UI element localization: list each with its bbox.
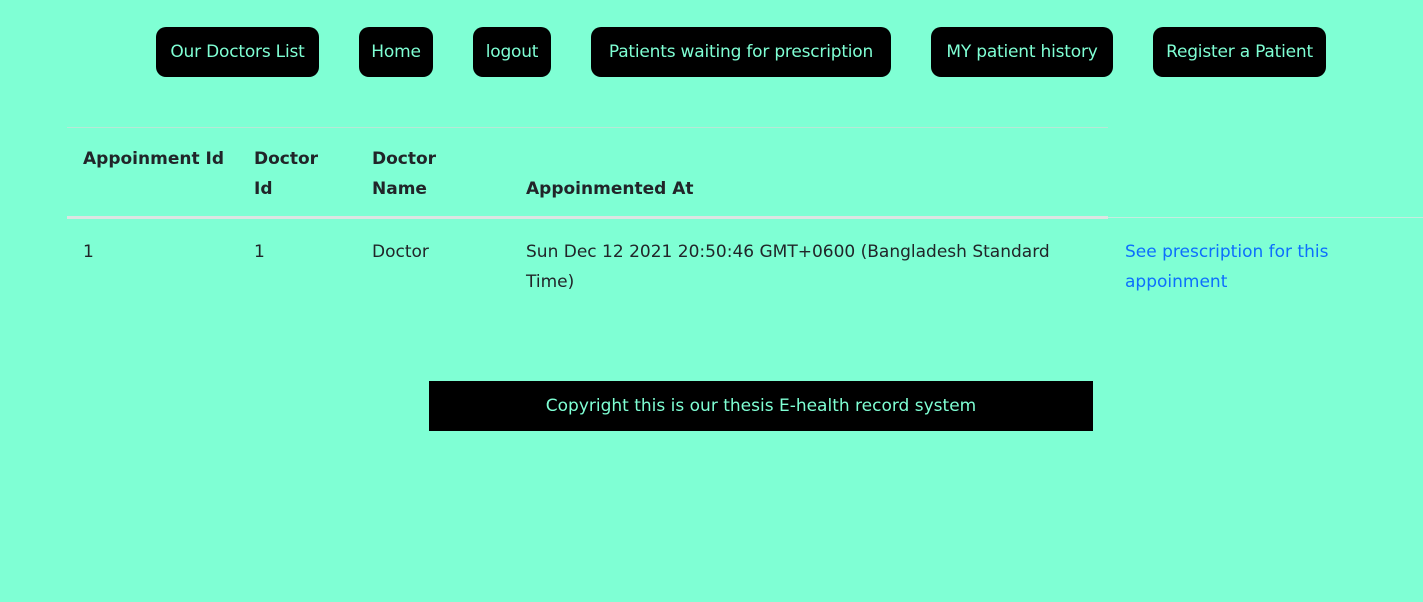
see-prescription-link[interactable]: See prescription for this appoinment bbox=[1125, 237, 1365, 297]
register-patient-button[interactable]: Register a Patient bbox=[1153, 27, 1326, 77]
cell-appointment-id: 1 bbox=[83, 242, 94, 262]
header-doctor-id: Doctor Id bbox=[254, 149, 319, 199]
cell-appointed-at: Sun Dec 12 2021 20:50:46 GMT+0600 (Bangl… bbox=[526, 242, 1050, 292]
footer-copyright: Copyright this is our thesis E-health re… bbox=[429, 381, 1093, 431]
our-doctors-list-button[interactable]: Our Doctors List bbox=[156, 27, 319, 77]
home-button[interactable]: Home bbox=[359, 27, 433, 77]
cell-doctor-id: 1 bbox=[254, 242, 265, 262]
table-header-border-extension bbox=[1108, 217, 1423, 218]
logout-button[interactable]: logout bbox=[473, 27, 551, 77]
my-patient-history-button[interactable]: MY patient history bbox=[931, 27, 1113, 77]
cell-doctor-name: Doctor bbox=[372, 242, 429, 262]
header-appointment-id: Appoinment Id bbox=[83, 149, 224, 169]
header-appointed-at: Appoinmented At bbox=[526, 179, 694, 199]
patients-waiting-button[interactable]: Patients waiting for prescription bbox=[591, 27, 891, 77]
top-navigation: Our Doctors List Home logout Patients wa… bbox=[0, 27, 1423, 77]
table-top-border bbox=[67, 127, 1108, 128]
table-header-border bbox=[67, 216, 1108, 219]
header-doctor-name: Doctor Name bbox=[372, 149, 437, 199]
